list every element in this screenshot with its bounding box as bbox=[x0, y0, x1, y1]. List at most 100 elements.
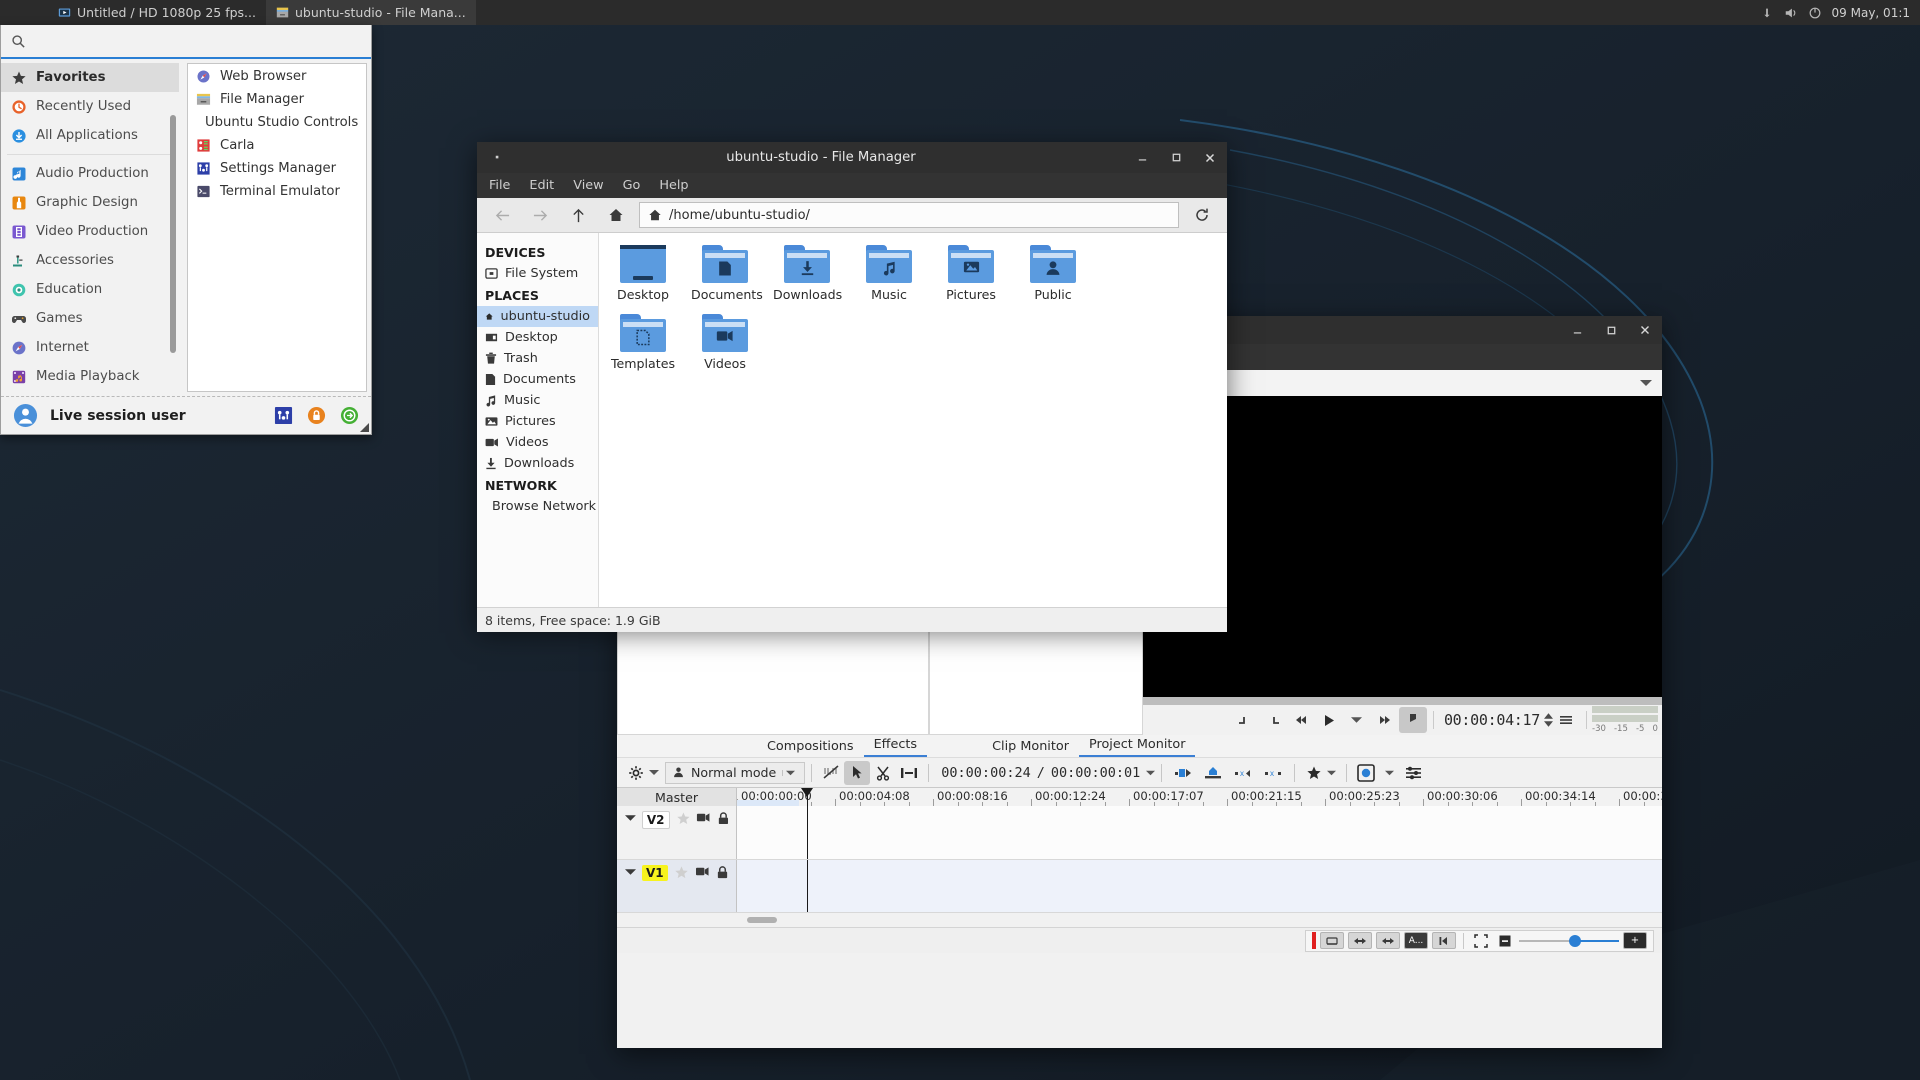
file-manager-titlebar[interactable]: ubuntu-studio - File Manager bbox=[477, 142, 1227, 173]
snap-toggle-button[interactable] bbox=[818, 761, 844, 785]
sidebar-item-games[interactable]: Games bbox=[1, 304, 179, 333]
track-name-v2[interactable]: V2 bbox=[641, 811, 670, 829]
audio-thumb-button[interactable]: A... bbox=[1404, 932, 1428, 949]
insert-zone-button[interactable] bbox=[1168, 761, 1198, 785]
settings-manager-icon[interactable] bbox=[274, 406, 293, 425]
zoom-slider-knob[interactable] bbox=[1569, 934, 1581, 947]
star-icon[interactable] bbox=[676, 811, 691, 826]
monitor-timecode[interactable]: 00:00:04:17 bbox=[1440, 711, 1544, 729]
reload-button[interactable] bbox=[1183, 200, 1221, 230]
playhead[interactable] bbox=[801, 788, 813, 806]
minimize-button[interactable] bbox=[1125, 142, 1159, 173]
lock-screen-icon[interactable] bbox=[307, 406, 326, 425]
log-out-icon[interactable] bbox=[340, 406, 359, 425]
sidebar-item-all-applications[interactable]: All Applications bbox=[1, 121, 179, 150]
spacer-tool-button[interactable] bbox=[896, 761, 922, 785]
forward-button[interactable] bbox=[521, 200, 559, 230]
taskbar-item-filemanager[interactable]: ubuntu-studio - File Mana... bbox=[265, 0, 476, 25]
edit-mode-dropdown[interactable] bbox=[782, 769, 798, 776]
record-button[interactable] bbox=[1353, 761, 1379, 785]
close-button[interactable] bbox=[1628, 315, 1662, 346]
up-button[interactable] bbox=[559, 200, 597, 230]
file-listing[interactable]: Desktop Documents Downloads Music Pictur… bbox=[599, 233, 1227, 607]
timeline-settings-button[interactable] bbox=[623, 761, 649, 785]
power-icon[interactable] bbox=[1808, 6, 1822, 20]
mix-button[interactable] bbox=[1320, 932, 1344, 949]
file-item-documents[interactable]: Documents bbox=[691, 245, 763, 302]
chevron-down-icon[interactable] bbox=[625, 868, 636, 876]
app-item-ubuntu-studio-controls[interactable]: Ubuntu Studio Controls bbox=[188, 112, 366, 133]
timeline-hscrollbar[interactable] bbox=[617, 913, 1662, 927]
lift-button[interactable]: x bbox=[1228, 761, 1258, 785]
sidebar-item-internet[interactable]: Internet bbox=[1, 333, 179, 362]
video-icon[interactable] bbox=[696, 811, 711, 824]
file-item-desktop[interactable]: Desktop bbox=[609, 245, 677, 302]
track-header-v1[interactable]: V1 bbox=[617, 859, 737, 912]
network-icon[interactable] bbox=[1760, 6, 1774, 20]
lock-icon[interactable] bbox=[717, 811, 730, 826]
goto-button[interactable] bbox=[1432, 932, 1456, 949]
menu-help[interactable]: Help bbox=[659, 178, 688, 193]
chevron-down-icon[interactable] bbox=[649, 769, 659, 776]
timeline-position[interactable]: 00:00:00:24 bbox=[935, 765, 1036, 781]
track-name-v1[interactable]: V1 bbox=[642, 864, 668, 881]
sidebar-item-desktop[interactable]: Desktop bbox=[477, 327, 598, 348]
sidebar-item-trash[interactable]: Trash bbox=[477, 348, 598, 369]
file-item-public[interactable]: Public bbox=[1019, 245, 1087, 302]
timeline-ruler[interactable]: Master 00:00:00:00 00:00:04:08 00:00:08:16… bbox=[617, 787, 1662, 806]
set-zone-in-button[interactable] bbox=[1231, 707, 1259, 733]
sidebar-item-recently-used[interactable]: Recently Used bbox=[1, 92, 179, 121]
track-body-v1[interactable] bbox=[737, 859, 1662, 912]
app-item-file-manager[interactable]: File Manager bbox=[188, 89, 366, 110]
edit-mode-selector[interactable]: Normal mode bbox=[665, 761, 806, 784]
chevron-down-icon[interactable] bbox=[1146, 770, 1156, 776]
window-menu-icon[interactable] bbox=[494, 154, 501, 161]
mixer-button[interactable] bbox=[1400, 761, 1426, 785]
sidebar-item-education[interactable]: Education bbox=[1, 275, 179, 304]
favorite-effects-button[interactable] bbox=[1301, 761, 1327, 785]
chevron-down-icon[interactable] bbox=[1385, 770, 1395, 776]
app-item-terminal-emulator[interactable]: Terminal Emulator bbox=[188, 181, 366, 202]
sidebar-item-downloads[interactable]: Downloads bbox=[477, 453, 598, 474]
tab-project-monitor[interactable]: Project Monitor bbox=[1078, 737, 1196, 757]
rewind-button[interactable] bbox=[1287, 707, 1315, 733]
tab-effects[interactable]: Effects bbox=[863, 737, 928, 757]
file-item-templates[interactable]: Templates bbox=[609, 314, 677, 371]
volume-icon[interactable] bbox=[1784, 6, 1798, 20]
resize-grip[interactable] bbox=[360, 423, 369, 432]
path-entry[interactable]: /home/ubuntu-studio/ bbox=[639, 202, 1179, 228]
file-item-music[interactable]: Music bbox=[855, 245, 923, 302]
sidebar-item-videos[interactable]: Videos bbox=[477, 432, 598, 453]
maximize-button[interactable] bbox=[1159, 142, 1193, 173]
sidebar-item-browse-network[interactable]: Browse Network bbox=[477, 496, 598, 517]
tab-clip-monitor[interactable]: Clip Monitor bbox=[982, 739, 1079, 757]
set-zone-out-button[interactable] bbox=[1259, 707, 1287, 733]
category-scrollbar[interactable] bbox=[170, 115, 176, 353]
play-button[interactable] bbox=[1315, 707, 1343, 733]
play-menu-button[interactable] bbox=[1343, 707, 1371, 733]
sidebar-item-video-production[interactable]: Video Production bbox=[1, 217, 179, 246]
menu-view[interactable]: View bbox=[573, 178, 603, 193]
fit-zoom-button[interactable] bbox=[1471, 933, 1491, 948]
zone-button[interactable] bbox=[1398, 707, 1427, 733]
monitor-seek-bar[interactable] bbox=[1143, 697, 1662, 705]
file-item-downloads[interactable]: Downloads bbox=[773, 245, 842, 302]
sidebar-item-file-system[interactable]: File System bbox=[477, 263, 598, 284]
fade-in-button[interactable] bbox=[1348, 932, 1372, 949]
playhead-handle[interactable] bbox=[801, 788, 813, 797]
track-row-v2[interactable]: V2 bbox=[617, 806, 1662, 860]
monitor-menu-button[interactable] bbox=[1553, 707, 1581, 733]
file-item-pictures[interactable]: Pictures bbox=[937, 245, 1005, 302]
overwrite-button[interactable]: x bbox=[1258, 761, 1288, 785]
chevron-down-icon[interactable] bbox=[1327, 770, 1337, 776]
timecode-spinner[interactable] bbox=[1544, 713, 1553, 727]
hscroll-thumb[interactable] bbox=[747, 917, 777, 923]
sidebar-item-pictures[interactable]: Pictures bbox=[477, 411, 598, 432]
fade-out-button[interactable] bbox=[1376, 932, 1400, 949]
back-button[interactable] bbox=[483, 200, 521, 230]
app-item-web-browser[interactable]: Web Browser bbox=[188, 66, 366, 87]
razor-tool-button[interactable] bbox=[870, 761, 896, 785]
sidebar-item-favorites[interactable]: Favorites bbox=[1, 63, 179, 92]
sidebar-item-documents[interactable]: Documents bbox=[477, 369, 598, 390]
track-body-v2[interactable] bbox=[737, 806, 1662, 859]
